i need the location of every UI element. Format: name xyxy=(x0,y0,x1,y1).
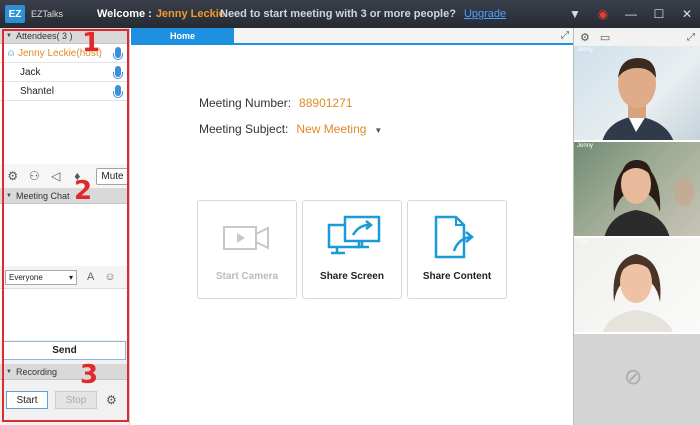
select-arrow-icon: ▾ xyxy=(68,272,73,282)
video-tile[interactable]: Jonny xyxy=(574,46,700,142)
invite-user-icon[interactable]: ⚇ xyxy=(28,169,42,183)
title-bar: EZ EZTalks Welcome : Jenny Leckie Need to… xyxy=(0,0,700,28)
emoji-icon[interactable]: ☺ xyxy=(104,271,115,283)
attendee-toolbar: ⚙ ⚇ ◁ ♦ Mute xyxy=(0,164,129,188)
maximize-icon[interactable]: ☐ xyxy=(652,7,666,21)
collapse-triangle-icon: ▼ xyxy=(6,192,12,199)
left-panel: ▼ Attendees( 3 ) ⍝ Jenny Leckie(host) Ja… xyxy=(0,28,130,425)
meeting-number-label: Meeting Number: xyxy=(199,96,292,110)
video-toolbar: ⚙ ▭ ⤢ xyxy=(574,28,700,46)
meeting-subject-row: Meeting Subject: New Meeting ▼ xyxy=(199,122,382,136)
camera-icon xyxy=(223,226,269,250)
participant-avatar-lisa xyxy=(602,254,674,332)
video-tile[interactable]: Jenny xyxy=(574,142,700,238)
upgrade-link[interactable]: Upgrade xyxy=(464,8,506,20)
chat-recipient-value: Everyone xyxy=(9,272,43,282)
participant-name-label: Jenny xyxy=(577,143,594,149)
dropdown-arrow-icon[interactable]: ▼ xyxy=(568,7,582,21)
video-fullscreen-icon[interactable]: ⤢ xyxy=(687,32,695,43)
annotation-number-2: 2 xyxy=(74,176,93,206)
microphone-icon[interactable] xyxy=(113,66,123,79)
meeting-subject-label: Meeting Subject: xyxy=(199,122,289,136)
attendees-header[interactable]: ▼ Attendees( 3 ) xyxy=(0,28,129,44)
fullscreen-icon[interactable]: ⤢ xyxy=(561,30,569,41)
welcome-label: Welcome : xyxy=(97,8,152,20)
video-tile[interactable]: Lisa xyxy=(574,238,700,334)
tab-bar: Home ⤢ xyxy=(131,28,573,45)
host-user-icon: ⍝ xyxy=(8,47,14,59)
participant-avatar-jenny xyxy=(604,160,694,236)
window-controls: ▼ ◉ — ☐ ✕ xyxy=(568,0,694,28)
minimize-icon[interactable]: — xyxy=(624,7,638,21)
send-button[interactable]: Send xyxy=(3,341,126,360)
share-screen-card[interactable]: Share Screen xyxy=(302,200,402,299)
video-camera-icon[interactable]: ▭ xyxy=(600,31,610,44)
video-settings-gear-icon[interactable]: ⚙ xyxy=(580,31,590,44)
collapse-triangle-icon: ▼ xyxy=(6,368,12,375)
chat-messages-area xyxy=(0,204,129,266)
attendee-row-host[interactable]: ⍝ Jenny Leckie(host) xyxy=(0,44,129,63)
participant-name-label: Lisa xyxy=(577,239,589,245)
video-panel: ⚙ ▭ ⤢ Jonny Jenny Lisa ⊘ xyxy=(573,28,700,425)
share-content-label: Share Content xyxy=(422,271,492,282)
participant-avatar-jonny xyxy=(602,58,674,140)
close-icon[interactable]: ✕ xyxy=(680,7,694,21)
annotation-number-3: 3 xyxy=(80,360,99,390)
promo-message: Need to start meeting with 3 or more peo… xyxy=(220,8,456,20)
share-content-icon xyxy=(434,215,474,259)
app-logo: EZ xyxy=(5,5,25,23)
share-content-card[interactable]: Share Content xyxy=(407,200,507,299)
attendee-row[interactable]: Shantel xyxy=(0,82,129,101)
chat-input[interactable] xyxy=(0,288,129,340)
start-camera-label: Start Camera xyxy=(215,271,279,282)
meeting-subject-value[interactable]: New Meeting xyxy=(296,122,366,136)
font-icon[interactable]: A xyxy=(87,271,94,283)
share-screen-icon xyxy=(327,215,381,255)
microphone-icon[interactable] xyxy=(113,85,123,98)
share-screen-label: Share Screen xyxy=(320,271,384,282)
chat-recipient-select[interactable]: Everyone ▾ xyxy=(5,269,77,285)
mute-button[interactable]: Mute xyxy=(96,167,129,185)
attendee-name: Shantel xyxy=(20,85,54,97)
recording-settings-icon[interactable]: ⚙ xyxy=(106,393,117,407)
recording-title: Recording xyxy=(15,366,57,377)
meeting-number-value: 88901271 xyxy=(299,96,353,110)
attendees-title: Attendees( 3 ) xyxy=(15,30,73,41)
app-name: EZTalks xyxy=(31,9,64,19)
annotation-number-1: 1 xyxy=(82,28,101,58)
tab-home[interactable]: Home xyxy=(131,28,234,43)
settings-gear-icon[interactable]: ⚙ xyxy=(6,169,20,183)
meeting-number-row: Meeting Number: 88901271 xyxy=(199,96,352,110)
attendee-row[interactable]: Jack xyxy=(0,63,129,82)
speaker-icon[interactable]: ◁ xyxy=(49,169,63,183)
recording-controls: Start Stop ⚙ xyxy=(0,380,129,425)
attendee-list: ⍝ Jenny Leckie(host) Jack Shantel xyxy=(0,44,129,164)
user-name: Jenny Leckie xyxy=(155,8,225,20)
subject-dropdown-icon[interactable]: ▼ xyxy=(374,126,382,135)
promo-text: Need to start meeting with 3 or more peo… xyxy=(220,8,506,20)
start-camera-card[interactable]: Start Camera xyxy=(197,200,297,299)
main-content: Home ⤢ Meeting Number: 88901271 Meeting S… xyxy=(131,28,573,425)
stop-recording-button[interactable]: Stop xyxy=(55,391,97,409)
alert-icon[interactable]: ◉ xyxy=(596,7,610,21)
chat-controls: Everyone ▾ A ☺ xyxy=(0,266,129,288)
welcome-text: Welcome : Jenny Leckie xyxy=(97,8,225,20)
no-camera-icon: ⊘ xyxy=(624,364,643,389)
recording-header[interactable]: ▼ Recording xyxy=(0,364,129,380)
microphone-icon[interactable] xyxy=(113,47,123,60)
collapse-triangle-icon: ▼ xyxy=(6,32,12,39)
meeting-chat-title: Meeting Chat xyxy=(15,190,70,201)
attendee-name: Jack xyxy=(20,66,41,78)
meeting-chat-header[interactable]: ▼ Meeting Chat xyxy=(0,188,129,204)
start-recording-button[interactable]: Start xyxy=(6,391,48,409)
empty-video-slot: ⊘ xyxy=(574,334,700,425)
participant-name-label: Jonny xyxy=(577,47,594,53)
